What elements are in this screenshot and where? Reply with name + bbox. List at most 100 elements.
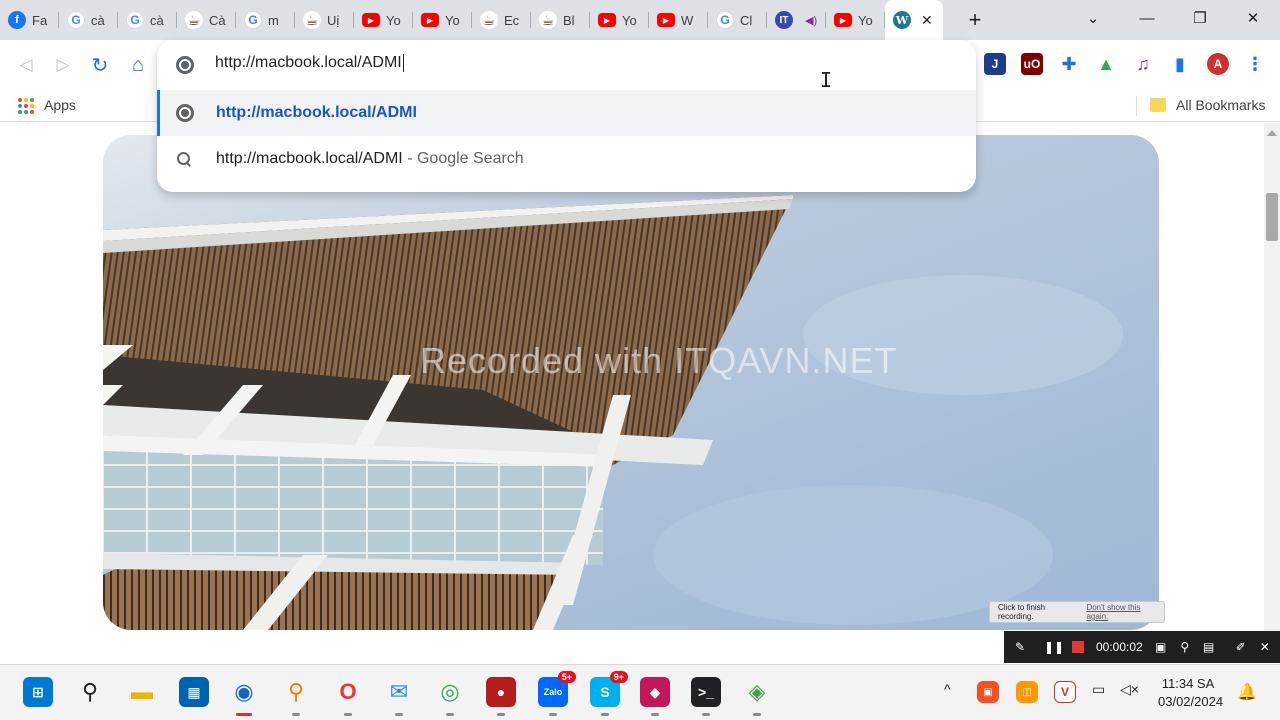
tab-9[interactable]: ☕ Bl — [531, 0, 590, 40]
media-icon[interactable]: ♫ — [1132, 53, 1154, 75]
chrome-canary-icon[interactable]: ◉ — [229, 677, 259, 707]
it-icon: IT — [775, 11, 793, 29]
tab-14[interactable]: ▶ Yo — [826, 0, 885, 40]
running-indicator — [292, 713, 300, 716]
tab-0[interactable]: f Fa — [0, 0, 59, 40]
tab-12[interactable]: G Cl — [708, 0, 767, 40]
clock[interactable]: 11:34 SA 03/02/2024 — [1158, 675, 1223, 711]
thunderbird-icon[interactable]: ✉ — [384, 677, 414, 707]
tray-app-box-icon[interactable]: ◫ — [1016, 681, 1038, 703]
app-glyph: ⊞ — [32, 683, 44, 700]
youtube-icon: ▶ — [657, 13, 675, 27]
tab-1[interactable]: Gcà — [59, 0, 118, 40]
minimize-button[interactable]: — — [1124, 0, 1170, 36]
coffee-cup-icon: ☕ — [303, 11, 321, 29]
tab-5[interactable]: ☕ Uị — [295, 0, 354, 40]
tab-3[interactable]: ☕ Cà — [177, 0, 236, 40]
tab-title: Ec — [504, 12, 520, 28]
shield-extension-icon[interactable]: J — [984, 53, 1006, 75]
tab-4[interactable]: Gm — [236, 0, 295, 40]
new-tab-button[interactable]: + — [955, 0, 995, 40]
app-pink-icon[interactable]: ◆ — [640, 677, 670, 707]
page-content — [0, 123, 1264, 663]
apps-grid-icon[interactable] — [18, 98, 34, 114]
suggestion-url[interactable]: http://macbook.local/ADMI — [157, 90, 976, 136]
start-icon[interactable]: ⊞ — [23, 677, 53, 707]
text-cursor-icon: I — [820, 68, 833, 92]
tab-10[interactable]: ▶ Yo — [590, 0, 649, 40]
stop-recording-button[interactable] — [1066, 635, 1090, 659]
suggestion-search[interactable]: http://macbook.local/ADMI - Google Searc… — [157, 136, 976, 182]
tab-7[interactable]: ▶ Yo — [413, 0, 472, 40]
sidepanel-icon[interactable]: ▮ — [1169, 53, 1191, 75]
athena-avatar-icon[interactable]: A — [1207, 53, 1229, 75]
tray-vivaldi-icon[interactable]: V — [1054, 681, 1076, 703]
magnifier-app-icon[interactable]: ⚲ — [281, 677, 311, 707]
app-green-icon[interactable]: ◈ — [742, 677, 772, 707]
edit-icon[interactable]: ✐ — [1229, 635, 1253, 659]
window-close-button[interactable]: ✕ — [1230, 0, 1276, 36]
wordpress-icon: W — [893, 11, 911, 29]
store-icon[interactable]: ▦ — [179, 677, 209, 707]
search-icon[interactable]: ⚲ — [75, 677, 105, 707]
tab-search-dropdown-icon[interactable]: ⌄ — [1070, 0, 1116, 36]
suggestion-search-text: http://macbook.local/ADMI - Google Searc… — [216, 150, 524, 167]
apps-bookmark[interactable]: Apps — [44, 97, 76, 113]
tray-chevron-icon[interactable]: ^ — [944, 681, 951, 697]
tab-11[interactable]: ▶ W — [649, 0, 708, 40]
puzzle-icon[interactable]: ✚ — [1058, 53, 1080, 75]
tab-title: Cl — [740, 12, 753, 28]
close-tab-icon[interactable]: ✕ — [921, 12, 933, 29]
recording-tooltip: Click to finish recording. Don't show th… — [989, 601, 1165, 623]
notification-badge: 9+ — [609, 671, 628, 683]
ublock-icon[interactable]: uO — [1021, 53, 1043, 75]
tab-6[interactable]: ▶ Yo — [354, 0, 413, 40]
tab-title: m — [268, 12, 279, 28]
pause-icon[interactable]: ❚❚ — [1042, 635, 1066, 659]
network-icon[interactable]: ▭ — [1092, 681, 1105, 698]
pen-icon[interactable]: ✎ — [1008, 635, 1032, 659]
app-glyph: Zalo — [543, 687, 563, 697]
scroll-up-arrow[interactable] — [1267, 130, 1277, 136]
address-bar[interactable]: http://macbook.local/ADMI — [157, 40, 976, 90]
running-indicator — [395, 713, 403, 716]
close-recorder-icon[interactable]: ✕ — [1253, 635, 1277, 659]
tray-app-orange-icon[interactable]: ▣ — [977, 681, 999, 703]
coffee-cup-icon: ☕ — [185, 11, 203, 29]
screen-recorder-icon[interactable]: ● — [486, 677, 516, 707]
file-explorer-icon[interactable]: ▬ — [127, 677, 157, 707]
tab-8[interactable]: ☕ Ec — [472, 0, 531, 40]
zoom-icon[interactable]: ⚲ — [1173, 635, 1197, 659]
app-glyph: ▦ — [187, 683, 201, 700]
recording-timer: 00:00:02 — [1096, 640, 1143, 654]
app-glyph: O — [339, 679, 357, 704]
youtube-icon: ▶ — [598, 13, 616, 27]
home-button[interactable]: ⌂ — [125, 52, 151, 78]
audio-playing-icon[interactable]: ◀) — [805, 14, 817, 27]
skype-icon[interactable]: S 9+ — [590, 671, 628, 707]
camera-icon[interactable]: ▣ — [1149, 635, 1173, 659]
scrollbar-thumb[interactable] — [1266, 193, 1278, 241]
dont-show-link[interactable]: Don't show this again. — [1086, 603, 1164, 621]
terminal-icon[interactable]: >_ — [691, 677, 721, 707]
restore-button[interactable]: ❐ — [1177, 0, 1223, 36]
chrome-icon[interactable]: ◎ — [435, 677, 465, 707]
all-bookmarks-button[interactable]: All Bookmarks — [1176, 97, 1265, 113]
speaker-muted-icon[interactable]: ◁× — [1120, 681, 1139, 698]
tab-2[interactable]: Gcà — [118, 0, 177, 40]
app-glyph: ◈ — [748, 679, 766, 704]
running-indicator — [651, 713, 659, 716]
hero-image — [103, 135, 1159, 630]
forward-button[interactable]: ▷ — [50, 52, 76, 78]
tab-13[interactable]: IT ◀) — [767, 0, 826, 40]
address-input[interactable]: http://macbook.local/ADMI — [215, 54, 815, 72]
notification-bell-icon[interactable]: 🔔 — [1236, 681, 1258, 703]
reload-button[interactable]: ↻ — [87, 52, 113, 78]
opera-icon[interactable]: O — [333, 677, 363, 707]
zalo-icon[interactable]: Zalo 5+ — [538, 671, 576, 707]
tab-active[interactable]: W ✕ — [885, 0, 943, 40]
caption-icon[interactable]: ▤ — [1197, 635, 1221, 659]
back-button[interactable]: ◁ — [13, 52, 39, 78]
menu-icon[interactable]: ⋮ — [1244, 53, 1266, 75]
flask-icon[interactable]: ▲ — [1095, 53, 1117, 75]
